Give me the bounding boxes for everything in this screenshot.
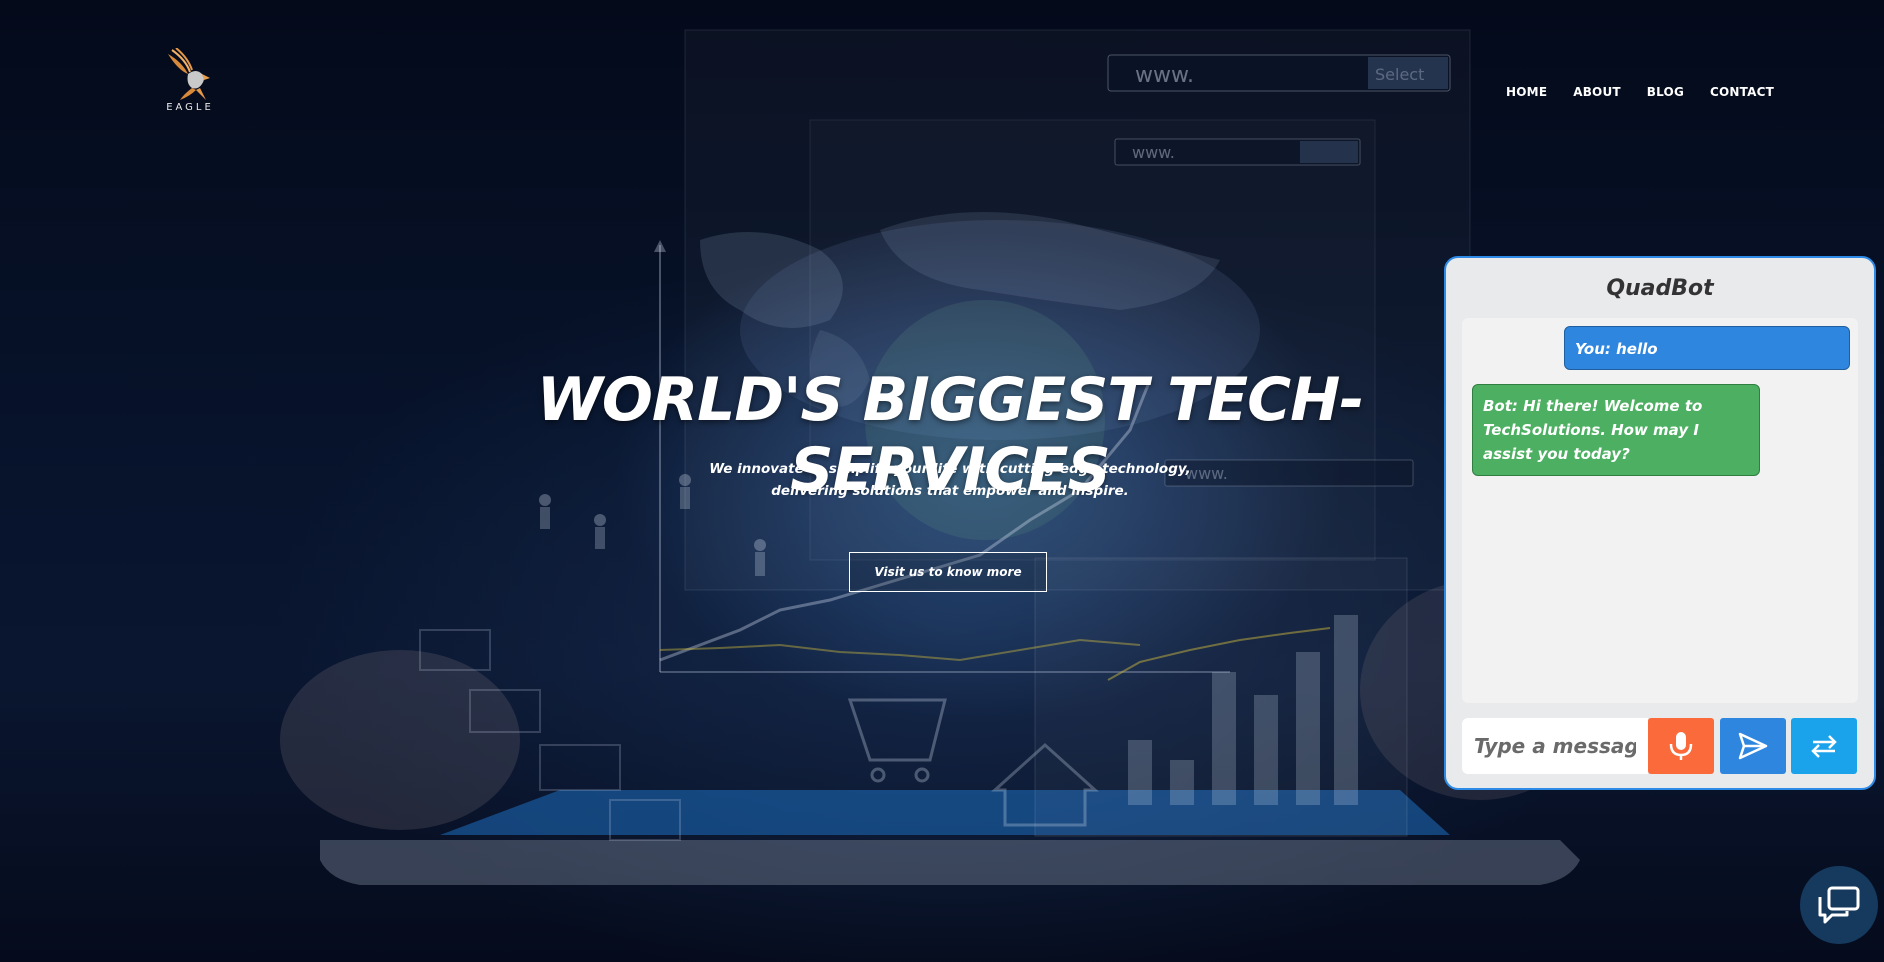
url-placeholder-art: www. (1135, 63, 1194, 88)
nav-about[interactable]: ABOUT (1573, 85, 1621, 99)
chatbot-title: QuadBot (1606, 276, 1714, 301)
select-placeholder-art: Select (1375, 65, 1424, 84)
nav-home[interactable]: HOME (1506, 85, 1547, 99)
send-icon (1738, 732, 1768, 760)
message-input[interactable] (1462, 718, 1648, 774)
chat-bubbles-icon (1818, 886, 1860, 924)
brand-logo[interactable]: EAGLE (162, 48, 218, 113)
nav-contact[interactable]: CONTACT (1710, 85, 1774, 99)
user-message: You: hello (1564, 326, 1850, 370)
visit-us-button[interactable]: Visit us to know more (849, 552, 1047, 592)
chat-toggle-button[interactable] (1800, 866, 1878, 944)
swap-arrows-icon (1811, 735, 1837, 758)
send-button[interactable] (1720, 718, 1786, 774)
chat-messages[interactable]: You: hello Bot: Hi there! Welcome to Tec… (1462, 318, 1858, 703)
hero-subtitle-line-1: We innovate to simplify your life with c… (709, 461, 1191, 477)
eagle-icon (168, 48, 210, 100)
swap-button[interactable] (1791, 718, 1857, 774)
bot-message: Bot: Hi there! Welcome to TechSolutions.… (1472, 384, 1760, 476)
brand-name: EAGLE (166, 102, 214, 113)
mic-button[interactable] (1648, 718, 1714, 774)
main-nav: HOME ABOUT BLOG CONTACT (1480, 85, 1774, 99)
nav-blog[interactable]: BLOG (1647, 85, 1684, 99)
url-placeholder-art-2: www. (1132, 143, 1175, 162)
chatbot-panel: QuadBot You: hello Bot: Hi there! Welcom… (1444, 256, 1876, 790)
microphone-icon (1669, 732, 1693, 760)
hero-subtitle: We innovate to simplify your life with c… (700, 458, 1200, 502)
hero-subtitle-line-2: delivering solutions that empower and in… (771, 483, 1129, 499)
